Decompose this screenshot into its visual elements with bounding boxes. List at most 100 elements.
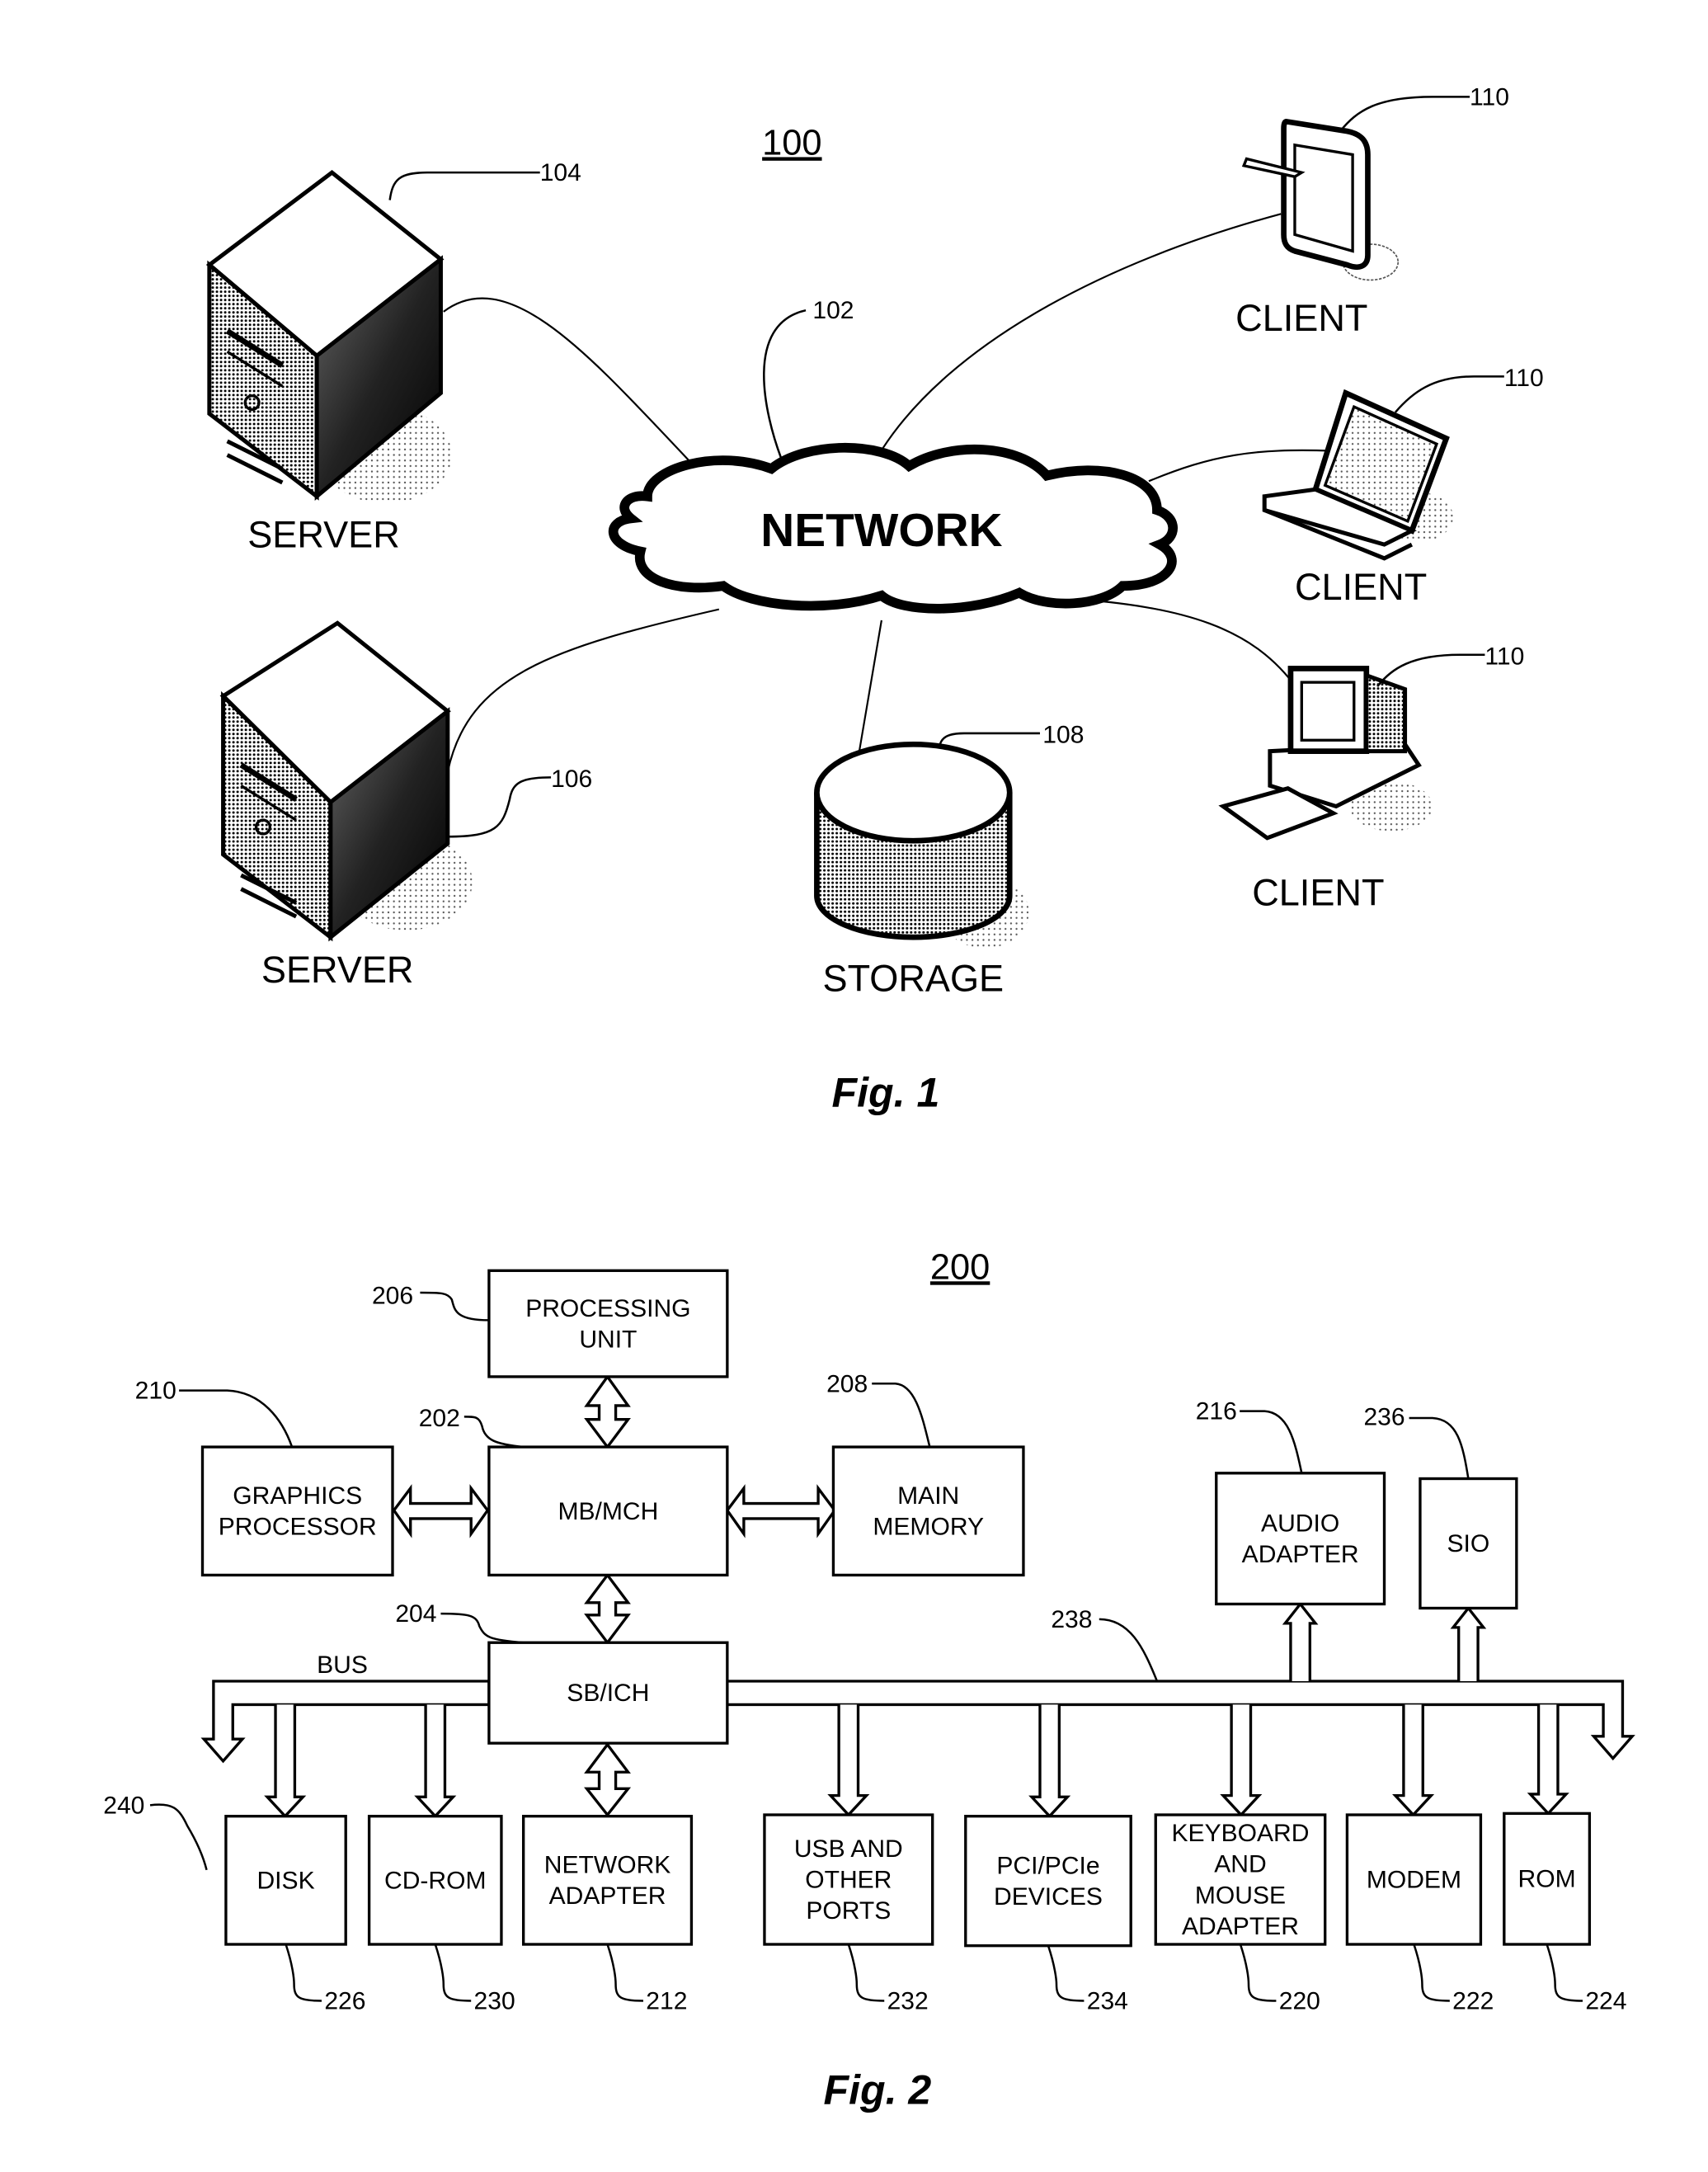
leader-line [388,171,540,200]
block-label-line: AND [1214,1851,1266,1878]
ref-number: 240 [103,1792,144,1819]
arrow-bus-to-disk [264,1704,307,1819]
figure-1: 100 NETWORK 102 104 SERVER 106 SERVER 10… [205,83,1544,1116]
leader-line [1409,1416,1470,1479]
network-cloud: NETWORK [608,442,1178,614]
arrow-bus-to-cd-rom [414,1704,457,1819]
link-client-tablet [882,213,1282,449]
arrow-sb-net [584,1742,632,1817]
client-desktop-110: 110 CLIENT [1218,643,1524,914]
ref-number: 222 [1452,1988,1494,2015]
ref-number: 224 [1585,1988,1626,2015]
arrow-bus-to-rom [1527,1704,1569,1816]
block-label-line: NETWORK [544,1852,671,1879]
block-sio: SIO 236 [1363,1403,1518,1610]
ref-number: 104 [540,159,581,186]
link-server-104 [443,297,694,466]
leader-line [1413,1943,1450,2002]
ref-number: 110 [1504,365,1544,392]
leader-line [847,1943,885,2002]
block-modem: MODEM 222 [1345,1813,1494,2015]
block-keyboard-mouse: KEYBOARD AND MOUSE ADAPTER 220 [1154,1813,1327,2015]
ref-number: 212 [646,1988,687,2015]
leader-line [1376,653,1485,687]
block-box [487,1269,729,1378]
leader-line [463,1416,524,1449]
leader-line [872,1383,931,1448]
block-disk: DISK 226 [224,1815,365,2015]
block-label-line: PORTS [806,1897,891,1925]
ref-number: 220 [1279,1988,1320,2015]
link-client-desktop [1066,597,1299,690]
client-tablet-110: 110 CLIENT [1235,83,1509,339]
leader-line [763,309,807,459]
arrow-bus-to-audio-adapter [1282,1601,1319,1682]
block-label-line: AUDIO [1261,1510,1339,1537]
arrow-gp-mch [392,1484,490,1538]
block-label-line: ROM [1518,1866,1576,1893]
figure-2-caption: Fig. 2 [823,2067,931,2113]
block-processing-unit: PROCESSING UNIT 206 [372,1269,729,1378]
ref-number: 232 [887,1988,929,2015]
leader-line [1394,375,1504,413]
link-storage [857,620,882,759]
connectors [392,1374,837,1817]
patent-drawing-sheet: 100 NETWORK 102 104 SERVER 106 SERVER 10… [103,83,1635,2113]
leader-line [1546,1943,1583,2002]
bus-right-outline [726,1680,1635,1761]
network-label: NETWORK [760,505,1002,557]
block-label-line: DISK [256,1867,314,1894]
blocks: PROCESSING UNIT 206 GRAPHICS PROCESSOR 210 MB/… [135,1269,1626,2015]
block-audio-adapter: AUDIO ADAPTER 216 [1196,1398,1386,1606]
ref-number: 204 [395,1600,436,1628]
block-box [521,1815,694,1946]
block-label-line: DEVICES [994,1883,1103,1911]
figure-1-ref-number: 100 [762,123,821,163]
ref-number: 216 [1196,1398,1237,1425]
bus-up-arrows [1282,1601,1487,1682]
arrow-bus-to-modem [1392,1704,1435,1817]
client-label: CLIENT [1235,297,1367,339]
block-label-line: MB/MCH [558,1498,658,1525]
block-label-line: MAIN [897,1482,959,1510]
bus-label: BUS [317,1651,368,1679]
arrow-pu-mch [584,1374,631,1449]
figure-1-caption: Fig. 1 [832,1070,940,1116]
ref-number: 102 [812,297,854,324]
block-label-line: MEMORY [873,1514,984,1541]
ref-number: 226 [324,1988,365,2015]
leader-line [1339,96,1470,132]
block-cd-rom: CD-ROM 230 [367,1815,515,2015]
client-laptop-110: 110 CLIENT [1262,365,1544,608]
server-label: SERVER [261,949,414,991]
leader-line [1099,1618,1159,1682]
arrow-bus-to-keyboard-mouse [1220,1704,1263,1817]
ref-number: 230 [474,1988,515,2015]
figure-2-ref-number: 200 [930,1247,990,1287]
leader-line [1240,1410,1303,1474]
block-label-line: MODEM [1367,1867,1461,1894]
block-box [1215,1472,1386,1606]
block-label-line: PROCESSING [525,1295,690,1322]
ref-number: 206 [372,1282,413,1309]
block-label-line: ADAPTER [549,1882,666,1910]
ref-number: 234 [1087,1988,1128,2015]
block-label-line: ADAPTER [1182,1913,1299,1940]
leader-line [420,1291,489,1322]
leader-line [285,1943,322,2002]
block-label-line: SIO [1447,1530,1490,1557]
ref-number: 108 [1042,722,1084,749]
block-graphics-processor: GRAPHICS PROCESSOR 210 [135,1378,394,1577]
block-box [200,1445,394,1577]
leader-line [938,732,1040,747]
ref-number: 202 [419,1405,460,1432]
ref-240: 240 [103,1792,208,1871]
block-rom: ROM 224 [1503,1812,1626,2015]
block-label-line: KEYBOARD [1171,1820,1309,1847]
block-box [831,1445,1025,1577]
block-label-line: SB/ICH [567,1680,649,1707]
block-main-memory: MAIN MEMORY 208 [826,1370,1025,1577]
link-client-laptop [1148,449,1333,483]
block-label-line: UNIT [579,1326,637,1353]
arrow-bus-to-pci-devices [1028,1704,1071,1819]
